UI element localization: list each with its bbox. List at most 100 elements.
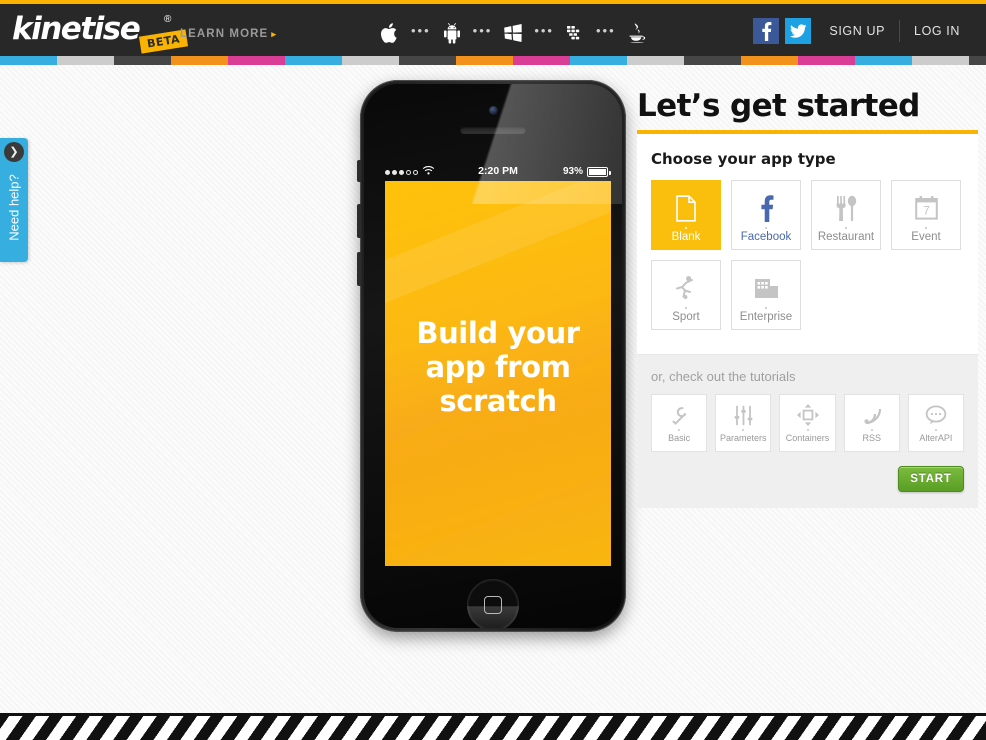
java-icon	[622, 18, 652, 48]
app-type-label: Enterprise	[739, 311, 793, 323]
learn-more-link[interactable]: LEARN MORE ▸	[180, 28, 277, 40]
panel-body: Choose your app type Blank Facebook Rest…	[637, 134, 978, 508]
phone-screen: Build your app from scratch	[385, 181, 611, 566]
calendar-icon: 7	[914, 193, 939, 223]
stripe-segment	[855, 56, 912, 65]
tile-dot	[806, 429, 809, 431]
tutorial-label: Parameters	[720, 433, 767, 443]
auth-divider	[899, 20, 901, 42]
tutorials-section: or, check out the tutorials Basic Parame…	[637, 355, 978, 508]
auth-area: SIGN UP LOG IN	[753, 18, 972, 44]
stripe-segment	[798, 56, 855, 65]
log-in-link[interactable]: LOG IN	[902, 18, 972, 44]
tile-dot	[925, 227, 927, 229]
start-row: START	[651, 466, 964, 492]
tile-dot	[678, 429, 681, 431]
site-header: kinetise ® BETA LEARN MORE ▸ ••• ••• •••…	[0, 4, 986, 56]
app-type-row-1: Blank Facebook Restaurant 7 Event	[651, 180, 964, 250]
logo-text: kinetise	[12, 11, 141, 47]
stripe-segment	[114, 56, 171, 65]
tutorial-label: Basic	[668, 433, 691, 443]
building-icon	[753, 273, 780, 303]
wrench-icon	[669, 404, 689, 426]
tutorial-tile-containers[interactable]: Containers	[779, 394, 836, 452]
tutorial-label: RSS	[862, 433, 881, 443]
stripe-segment	[627, 56, 684, 65]
facebook-icon	[758, 193, 775, 223]
stripe-segment	[399, 56, 456, 65]
stripe-segment	[285, 56, 342, 65]
app-type-tile-facebook[interactable]: Facebook	[731, 180, 801, 250]
app-type-label: Sport	[672, 311, 700, 323]
stripe-segment	[912, 56, 969, 65]
tutorial-label: AlterAPI	[919, 433, 953, 443]
tile-dot	[934, 429, 937, 431]
app-type-label: Restaurant	[817, 231, 875, 243]
logo[interactable]: kinetise ® BETA	[12, 8, 189, 54]
app-type-label: Facebook	[740, 231, 792, 243]
app-type-row-2: Sport Enterprise	[651, 260, 964, 330]
get-started-panel: Let’s get started Choose your app type B…	[637, 88, 978, 508]
tile-dot	[845, 227, 847, 229]
tutorial-tile-rss[interactable]: RSS	[843, 394, 900, 452]
speech-bubble-icon	[925, 404, 947, 426]
platform-separator-4: •••	[595, 23, 616, 38]
platform-separator-3: •••	[534, 23, 554, 38]
tutorials-row: Basic Parameters Containers RSS AlterAPI	[651, 394, 965, 452]
tutorial-tile-alterapi[interactable]: AlterAPI	[907, 394, 965, 452]
app-type-label: Blank	[671, 231, 701, 243]
stripe-segment	[513, 56, 570, 65]
app-type-label: Event	[911, 231, 941, 243]
phone-status-bar: 2:20 PM 93%	[385, 164, 611, 179]
need-help-label: Need help?	[6, 174, 22, 241]
app-type-tile-blank[interactable]: Blank	[651, 180, 721, 250]
start-button[interactable]: START	[898, 466, 964, 492]
phone-mockup: 2:20 PM 93% Build your app from scratch	[357, 80, 626, 632]
app-type-section: Choose your app type Blank Facebook Rest…	[637, 134, 978, 354]
tile-dot	[685, 227, 687, 229]
battery-percent-label: 93%	[562, 166, 583, 177]
stripe-segment	[228, 56, 285, 65]
platform-separator-2: •••	[472, 23, 493, 38]
need-help-tab[interactable]: ❯ Need help?	[0, 138, 28, 262]
hazard-stripe-footer	[0, 716, 986, 740]
home-square-icon	[484, 596, 502, 614]
runner-icon	[673, 273, 699, 303]
cutlery-icon	[834, 193, 858, 223]
app-type-tile-event[interactable]: 7 Event	[891, 180, 961, 250]
stripe-segment	[456, 56, 513, 65]
phone-camera-icon	[489, 106, 498, 115]
home-button[interactable]	[467, 579, 519, 628]
platform-separator-1: •••	[411, 23, 431, 38]
tutorial-label: Containers	[785, 433, 830, 443]
document-icon	[675, 193, 697, 223]
app-type-tile-enterprise[interactable]: Enterprise	[731, 260, 801, 330]
stripe-segment	[0, 56, 57, 65]
app-type-heading: Choose your app type	[651, 150, 836, 168]
facebook-icon[interactable]	[753, 18, 780, 44]
tutorial-tile-parameters[interactable]: Parameters	[715, 394, 772, 452]
tutorials-heading: or, check out the tutorials	[651, 369, 796, 384]
blackberry-icon	[560, 18, 590, 48]
tutorial-tile-basic[interactable]: Basic	[651, 394, 708, 452]
battery-icon	[587, 167, 611, 177]
app-type-tile-restaurant[interactable]: Restaurant	[811, 180, 881, 250]
twitter-icon[interactable]	[785, 18, 812, 44]
color-stripe	[0, 56, 986, 65]
phone-volume-down-button	[357, 252, 361, 286]
tile-dot	[742, 429, 745, 431]
tile-dot	[685, 307, 687, 309]
phone-mute-switch	[357, 160, 361, 182]
windows-icon	[498, 18, 528, 48]
stripe-segment	[342, 56, 399, 65]
phone-volume-up-button	[357, 204, 361, 238]
svg-text:7: 7	[923, 204, 930, 218]
stripe-segment	[57, 56, 114, 65]
page-title: Let’s get started	[637, 88, 920, 124]
stripe-segment	[570, 56, 627, 65]
logo-registered-mark: ®	[164, 14, 172, 25]
learn-more-label: LEARN MORE	[180, 28, 269, 40]
sign-up-link[interactable]: SIGN UP	[817, 18, 897, 44]
move-arrows-icon	[796, 404, 819, 426]
app-type-tile-sport[interactable]: Sport	[651, 260, 721, 330]
